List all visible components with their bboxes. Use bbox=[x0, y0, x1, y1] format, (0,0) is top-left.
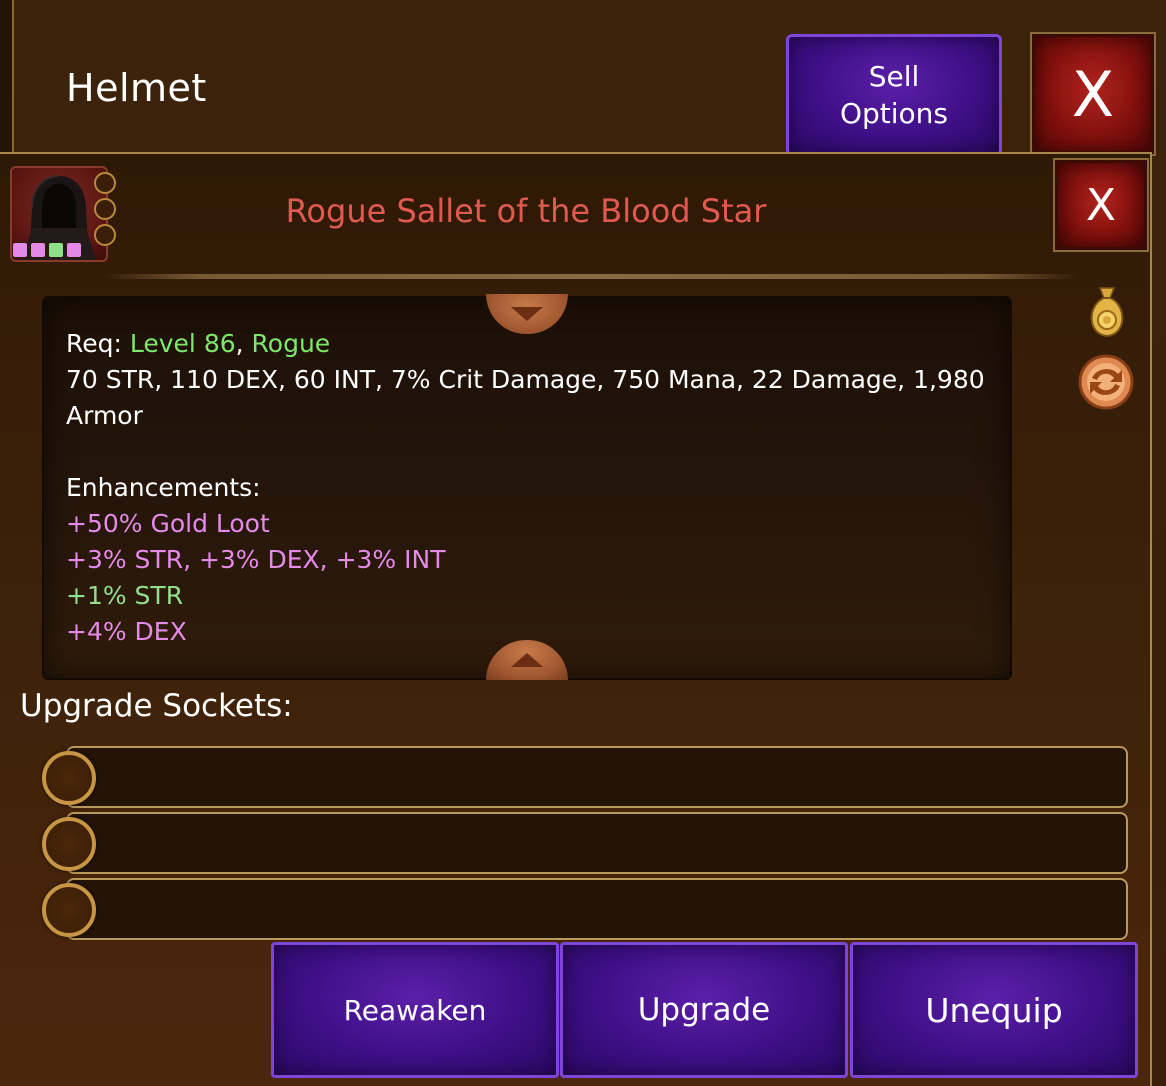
upgrade-label: Upgrade bbox=[637, 992, 771, 1028]
req-class: Rogue bbox=[251, 329, 331, 358]
swap-icon-graphic bbox=[1078, 354, 1134, 410]
upgrade-socket-slot-1[interactable] bbox=[66, 746, 1128, 808]
upgrade-button[interactable]: Upgrade bbox=[560, 942, 848, 1078]
requirement-line: Req: Level 86, Rogue bbox=[66, 326, 996, 362]
gem-dot-1 bbox=[12, 242, 28, 258]
enhancements-label: Enhancements: bbox=[66, 473, 261, 502]
upgrade-socket-slot-2[interactable] bbox=[66, 812, 1128, 874]
sell-options-button[interactable]: Sell Options bbox=[786, 34, 1002, 156]
item-description-text: Req: Level 86, Rogue 70 STR, 110 DEX, 60… bbox=[66, 326, 996, 650]
gold-bag-icon-graphic bbox=[1090, 287, 1124, 338]
sell-options-label-line1: Sell bbox=[868, 60, 920, 93]
title-divider bbox=[104, 274, 1078, 279]
gem-dot-3 bbox=[48, 242, 64, 258]
req-separator: , bbox=[235, 329, 252, 358]
socket-ring-1 bbox=[42, 751, 96, 805]
close-window-label: X bbox=[1071, 57, 1115, 131]
swap-icon[interactable] bbox=[1078, 354, 1134, 410]
socket-ring-3 bbox=[42, 883, 96, 937]
enhancement-2: +3% STR, +3% DEX, +3% INT bbox=[66, 545, 446, 574]
close-item-label: X bbox=[1085, 179, 1117, 231]
close-window-button[interactable]: X bbox=[1030, 32, 1156, 156]
left-frame-edge bbox=[0, 0, 14, 160]
unequip-label: Unequip bbox=[925, 990, 1063, 1030]
reawaken-label: Reawaken bbox=[343, 993, 487, 1027]
enhancement-1: +50% Gold Loot bbox=[66, 509, 270, 538]
chevron-up-icon bbox=[511, 653, 543, 667]
gold-bag-icon[interactable] bbox=[1084, 284, 1130, 338]
enhancement-3: +1% STR bbox=[66, 581, 184, 610]
gem-dot-2 bbox=[30, 242, 46, 258]
enhancement-4: +4% DEX bbox=[66, 617, 187, 646]
unequip-button[interactable]: Unequip bbox=[850, 942, 1138, 1078]
chevron-down-icon bbox=[511, 307, 543, 321]
reawaken-button[interactable]: Reawaken bbox=[271, 942, 559, 1078]
socket-ring-2 bbox=[42, 817, 96, 871]
upgrade-sockets-label: Upgrade Sockets: bbox=[20, 688, 293, 724]
req-prefix: Req: bbox=[66, 329, 130, 358]
req-level: Level 86 bbox=[129, 329, 236, 358]
page-title: Helmet bbox=[66, 66, 207, 110]
sell-options-label-line2: Options bbox=[839, 97, 949, 130]
upgrade-socket-slot-3[interactable] bbox=[66, 878, 1128, 940]
close-item-button[interactable]: X bbox=[1053, 158, 1149, 252]
gem-dot-4 bbox=[66, 242, 82, 258]
gem-indicator-row bbox=[12, 242, 82, 258]
stats-text: 70 STR, 110 DEX, 60 INT, 7% Crit Damage,… bbox=[66, 365, 985, 430]
mini-socket-1 bbox=[94, 172, 116, 194]
item-name: Rogue Sallet of the Blood Star bbox=[285, 192, 767, 230]
